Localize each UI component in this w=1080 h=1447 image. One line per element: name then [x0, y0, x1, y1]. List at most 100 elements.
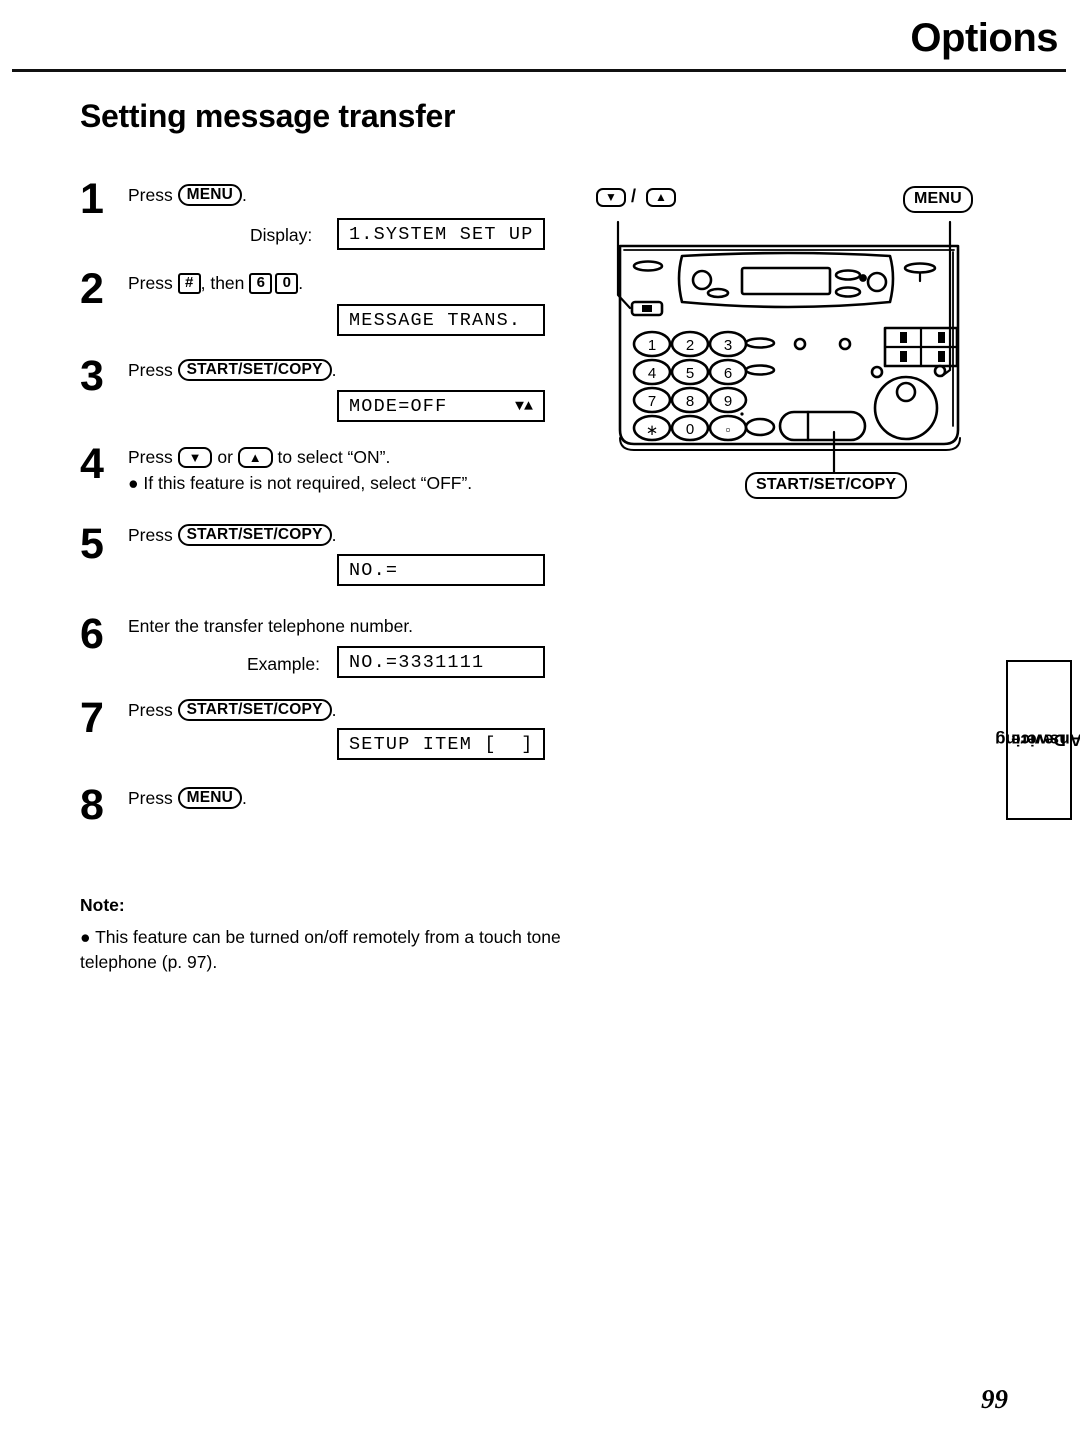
panel-led	[838, 337, 852, 351]
step-1-press-label: Press	[128, 185, 178, 205]
keypad-label-3: 3	[724, 337, 732, 354]
lcd-display-2: MESSAGE TRANS.	[337, 304, 545, 336]
start-set-copy-key[interactable]: START/SET/COPY	[177, 359, 332, 382]
nav-rocker-center	[642, 305, 652, 312]
digit-6-key[interactable]: 6	[249, 272, 273, 294]
lcd-text-6: NO.=3331111	[349, 651, 485, 673]
console-oval-button	[706, 287, 730, 299]
step-4-bullet-note: ● If this feature is not required, selec…	[128, 473, 473, 493]
jog-dial-center	[895, 381, 917, 403]
keypad-label-9: 9	[724, 393, 732, 410]
page-title: Setting message transfer	[80, 98, 456, 134]
diagram-arrow-separator: /	[631, 186, 637, 206]
step-8-instruction: Press MENU.	[128, 787, 247, 810]
function-oval-button	[744, 364, 776, 376]
step-6-instruction: Enter the transfer telephone number.	[128, 616, 414, 636]
lcd-text-5: NO.=	[349, 559, 399, 581]
step-2-then-label: , then	[200, 273, 250, 293]
diagram-down-arrow-key: ▼	[596, 188, 626, 207]
console-led	[859, 274, 867, 282]
function-oval-button	[744, 337, 776, 349]
side-tab-line-2: Device	[1011, 730, 1067, 750]
step-5-instruction: Press START/SET/COPY.	[128, 524, 336, 547]
start-set-copy-key[interactable]: START/SET/COPY	[177, 699, 332, 722]
page-number: 99	[981, 1384, 1008, 1414]
panel-led	[793, 337, 807, 351]
diagram-menu-label: MENU	[903, 186, 973, 213]
console-round-button	[866, 271, 888, 293]
step-number-4: 4	[80, 440, 104, 488]
step-1-instruction: Press MENU.	[128, 184, 247, 207]
panel-led	[933, 364, 947, 378]
step-1-period: .	[242, 185, 247, 205]
page-header-title: Options	[910, 16, 1058, 60]
function-oval-button	[744, 417, 776, 437]
step-4-select-label: to select “ON”.	[272, 447, 391, 467]
top-right-oval-button	[903, 262, 937, 274]
note-body: ● This feature can be turned on/off remo…	[80, 927, 561, 972]
step-2-instruction: Press #, then 60.	[128, 272, 303, 295]
keypad-label-7: 7	[648, 393, 656, 410]
step-number-3: 3	[80, 352, 104, 400]
keypad-label-5: 5	[686, 365, 694, 382]
diagram-up-arrow-key: ▲	[646, 188, 676, 207]
step-7-period: .	[331, 700, 337, 720]
step-2-period: .	[298, 273, 304, 293]
lcd-display-3: MODE=OFF ▼▲	[337, 390, 545, 422]
lcd-display-6: NO.=3331111	[337, 646, 545, 678]
step-3-period: .	[331, 360, 337, 380]
menu-key[interactable]: MENU	[177, 184, 243, 207]
keypad-label-4: 4	[648, 365, 656, 382]
digit-0-key[interactable]: 0	[275, 272, 299, 294]
lcd-text-1: 1.SYSTEM SET UP	[349, 223, 534, 245]
down-arrow-key[interactable]: ▼	[177, 446, 213, 468]
keypad-label-2: 2	[686, 337, 694, 354]
lcd-text-7: SETUP ITEM [ ]	[349, 733, 534, 755]
keypad-label-0: 0	[686, 421, 694, 438]
step-number-5: 5	[80, 520, 104, 568]
step-5-period: .	[331, 525, 337, 545]
jog-dial	[873, 375, 939, 441]
start-set-copy-key[interactable]: START/SET/COPY	[177, 524, 332, 547]
display-label-1: Display:	[250, 225, 313, 245]
panel-led	[870, 365, 884, 379]
menu-key[interactable]: MENU	[177, 787, 243, 810]
top-left-oval-button	[632, 260, 664, 272]
lcd-display-1: 1.SYSTEM SET UP	[337, 218, 545, 250]
keypad-label-star: ∗	[646, 422, 659, 439]
keypad-label-hash: ▫	[726, 422, 731, 437]
machine-lcd-screen	[740, 266, 832, 296]
lcd-display-5: NO.=	[337, 554, 545, 586]
step-3-instruction: Press START/SET/COPY.	[128, 359, 336, 382]
step-4-instruction: Press ▼ or ▲ to select “ON”.	[128, 446, 390, 469]
lcd-text-3: MODE=OFF	[349, 395, 448, 417]
lcd-display-7: SETUP ITEM [ ]	[337, 728, 545, 760]
step-number-7: 7	[80, 694, 104, 742]
lcd-text-2: MESSAGE TRANS.	[349, 309, 522, 331]
up-arrow-key[interactable]: ▲	[237, 446, 273, 468]
keypad-label-6: 6	[724, 365, 732, 382]
fax-machine-illustration: 1 2 3 4 5 6 7 8 9 ∗ 0 ▫	[616, 220, 961, 474]
console-oval-button	[834, 269, 862, 281]
keypad-label-1: 1	[648, 337, 656, 354]
keypad-label-8: 8	[686, 393, 694, 410]
step-number-6: 6	[80, 610, 104, 658]
diagram-start-set-copy-label: START/SET/COPY	[745, 472, 908, 499]
step-4-press-label: Press	[128, 447, 178, 467]
step-5-press-label: Press	[128, 525, 178, 545]
step-7-instruction: Press START/SET/COPY.	[128, 699, 336, 722]
step-number-8: 8	[80, 781, 104, 829]
fax-machine-diagram: 1 2 3 4 5 6 7 8 9 ∗ 0 ▫ ▼ / ▲ MENU START…	[590, 180, 990, 510]
step-3-press-label: Press	[128, 360, 178, 380]
hash-key[interactable]: #	[177, 272, 201, 294]
step-2-press-label: Press	[128, 273, 178, 293]
step-8-press-label: Press	[128, 788, 178, 808]
step-number-2: 2	[80, 265, 104, 313]
note-heading: Note:	[80, 895, 125, 915]
step-8-period: .	[242, 788, 247, 808]
side-tab-answering-device: Answering Device	[996, 660, 1080, 820]
step-7-press-label: Press	[128, 700, 178, 720]
console-round-button	[691, 269, 713, 291]
console-oval-button	[834, 286, 862, 298]
step-number-1: 1	[80, 175, 104, 223]
